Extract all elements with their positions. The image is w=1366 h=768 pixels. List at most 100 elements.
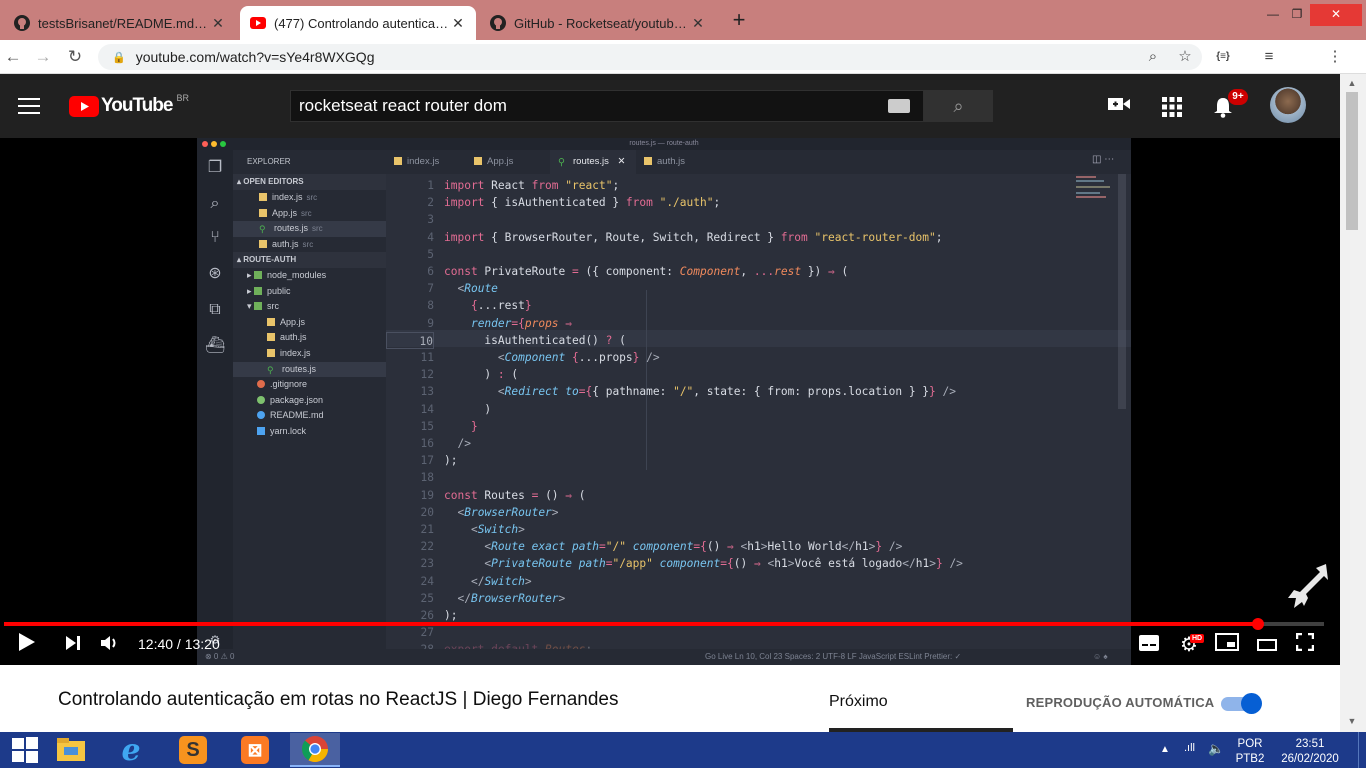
- close-tab-icon[interactable]: ✕: [210, 15, 226, 32]
- js-file-icon: [259, 208, 267, 217]
- internet-explorer-icon[interactable]: e: [106, 733, 156, 768]
- taskbar-clock[interactable]: 23:51 26/02/2020: [1278, 737, 1342, 767]
- js-file-icon: [644, 157, 652, 165]
- url-input[interactable]: 🔒 youtube.com/watch?v=sYe4r8WXGQg: [98, 44, 1202, 70]
- tab-title: GitHub - Rocketseat/youtube-formulario: [514, 15, 690, 31]
- code-line: <Route exact path="/" component={() ⇒ <h…: [484, 540, 903, 554]
- scroll-down-icon[interactable]: ▼: [1344, 716, 1360, 726]
- line-number: 14: [420, 402, 434, 416]
- search-query: rocketseat react router dom: [299, 96, 507, 115]
- tray-expand-icon[interactable]: ▲: [1160, 744, 1170, 755]
- scroll-up-icon[interactable]: ▲: [1344, 78, 1360, 88]
- chrome-menu-icon[interactable]: ⋮: [1324, 46, 1346, 68]
- address-bar-row: ← → ↻ 🔒 youtube.com/watch?v=sYe4r8WXGQg …: [0, 40, 1366, 107]
- subtitles-button[interactable]: [1134, 632, 1164, 658]
- theater-mode-button[interactable]: [1252, 632, 1282, 658]
- windows-start-icon[interactable]: [0, 733, 50, 767]
- editor-tab: ⚲ routes.js ✕: [550, 150, 636, 174]
- settings-button[interactable]: ⚙ HD: [1174, 632, 1205, 658]
- speaker-icon[interactable]: 🔈: [1208, 741, 1224, 757]
- line-number: 2: [427, 196, 434, 210]
- extension-icon[interactable]: {≡}: [1212, 46, 1234, 68]
- minimap: [1076, 174, 1114, 204]
- open-editors-header: ▴ OPEN EDITORS: [233, 174, 386, 190]
- miniplayer-button[interactable]: [1212, 632, 1242, 658]
- close-tab-icon[interactable]: ✕: [450, 15, 466, 32]
- forward-icon[interactable]: →: [32, 46, 54, 68]
- github-icon: [490, 15, 506, 31]
- xampp-icon[interactable]: ⊠: [230, 733, 280, 767]
- volume-button[interactable]: [94, 632, 124, 658]
- chrome-taskbar-icon[interactable]: [290, 733, 340, 767]
- folder-icon: [254, 302, 263, 311]
- progress-scrubber[interactable]: [1252, 618, 1264, 630]
- browser-tab-readme[interactable]: testsBrisanet/README.md at master ✕: [4, 6, 236, 40]
- code-line: <Component {...props} />: [497, 351, 660, 364]
- line-number: 15: [420, 419, 434, 433]
- line-number: 27: [420, 626, 434, 640]
- video-frame-vscode: routes.js — route-auth ❐ ⌕ ⑂ ⊛ ⧉ ⛴ ⚙ EXP…: [197, 138, 1131, 665]
- user-avatar[interactable]: [1270, 87, 1306, 123]
- search-input[interactable]: rocketseat react router dom: [290, 90, 924, 122]
- youtube-logo[interactable]: YouTube BR: [69, 93, 189, 117]
- search-button[interactable]: ⌕: [924, 90, 993, 122]
- bookmark-star-icon[interactable]: ☆: [1174, 46, 1196, 68]
- feedback-icon: ☺ ♠: [1093, 652, 1108, 661]
- apps-grid-icon[interactable]: [1162, 97, 1182, 117]
- js-file-icon: [259, 193, 267, 201]
- editor-tab-bar: index.js App.js ⚲ routes.js ✕ auth.js: [386, 150, 1131, 174]
- file-tree-item: App.js: [233, 315, 386, 331]
- reload-icon[interactable]: ↻: [64, 46, 86, 68]
- keyboard-icon[interactable]: [888, 99, 910, 113]
- code-line: ): [444, 402, 492, 416]
- play-button[interactable]: [12, 632, 42, 658]
- indent-guide: [646, 290, 647, 470]
- clock-date: 26/02/2020: [1281, 753, 1339, 765]
- line-number: 17: [420, 454, 434, 468]
- line-number: 8: [427, 299, 434, 313]
- hd-badge: HD: [1190, 634, 1205, 643]
- line-number: 5: [427, 247, 434, 261]
- code-line: <Switch>: [470, 523, 525, 536]
- status-info: Go Live Ln 10, Col 23 Spaces: 2 UTF-8 LF…: [705, 652, 962, 661]
- browser-tab-youtube[interactable]: (477) Controlando autenticação em rotas …: [240, 6, 476, 40]
- search-icon: ⌕: [953, 96, 964, 116]
- scrollbar-thumb[interactable]: [1346, 92, 1358, 230]
- editor-tab: auth.js: [636, 150, 706, 174]
- code-line: import React from "react";: [444, 179, 620, 192]
- code-line: const PrivateRoute = ({ component: Compo…: [444, 265, 849, 278]
- zoom-icon[interactable]: ⌕: [1142, 46, 1164, 68]
- routes-file-icon: ⚲: [259, 224, 266, 235]
- restore-icon[interactable]: ❐: [1286, 4, 1308, 26]
- line-number: 4: [427, 230, 434, 244]
- create-video-icon[interactable]: [1108, 96, 1130, 116]
- browser-tab-github[interactable]: GitHub - Rocketseat/youtube-formulario ✕: [480, 6, 716, 40]
- minimize-icon[interactable]: —: [1262, 4, 1284, 26]
- open-editor-item: index.js src: [233, 190, 386, 206]
- media-queue-icon[interactable]: ≡: [1258, 46, 1280, 68]
- input-language[interactable]: POR PTB2: [1230, 737, 1270, 767]
- page-scrollbar[interactable]: ▲ ▼: [1340, 74, 1366, 732]
- theater-mode-icon: [1257, 639, 1277, 651]
- file-tree-item: package.json: [233, 393, 386, 409]
- line-number: 10: [386, 331, 434, 349]
- new-tab-button[interactable]: +: [727, 8, 751, 34]
- file-tree-item: index.js: [233, 346, 386, 362]
- close-tab-icon[interactable]: ✕: [690, 15, 706, 32]
- hamburger-menu-icon[interactable]: [18, 96, 40, 114]
- fullscreen-button[interactable]: [1290, 632, 1320, 658]
- git-icon: [257, 380, 265, 389]
- channel-watermark-icon[interactable]: [1286, 562, 1330, 612]
- next-video-button[interactable]: [58, 632, 88, 658]
- back-icon[interactable]: ←: [2, 46, 24, 68]
- activity-bar: ❐ ⌕ ⑂ ⊛ ⧉ ⛴ ⚙: [197, 150, 233, 665]
- autoplay-toggle[interactable]: [1221, 693, 1262, 714]
- file-explorer-icon[interactable]: [46, 733, 96, 767]
- network-signal-icon[interactable]: .ıll: [1184, 742, 1195, 754]
- show-desktop-button[interactable]: [1358, 732, 1366, 768]
- line-number: 7: [427, 282, 434, 296]
- folder-icon: [254, 286, 263, 295]
- sublime-text-icon[interactable]: S: [168, 733, 218, 767]
- close-window-icon[interactable]: ✕: [1310, 4, 1362, 26]
- code-line: }: [470, 419, 478, 433]
